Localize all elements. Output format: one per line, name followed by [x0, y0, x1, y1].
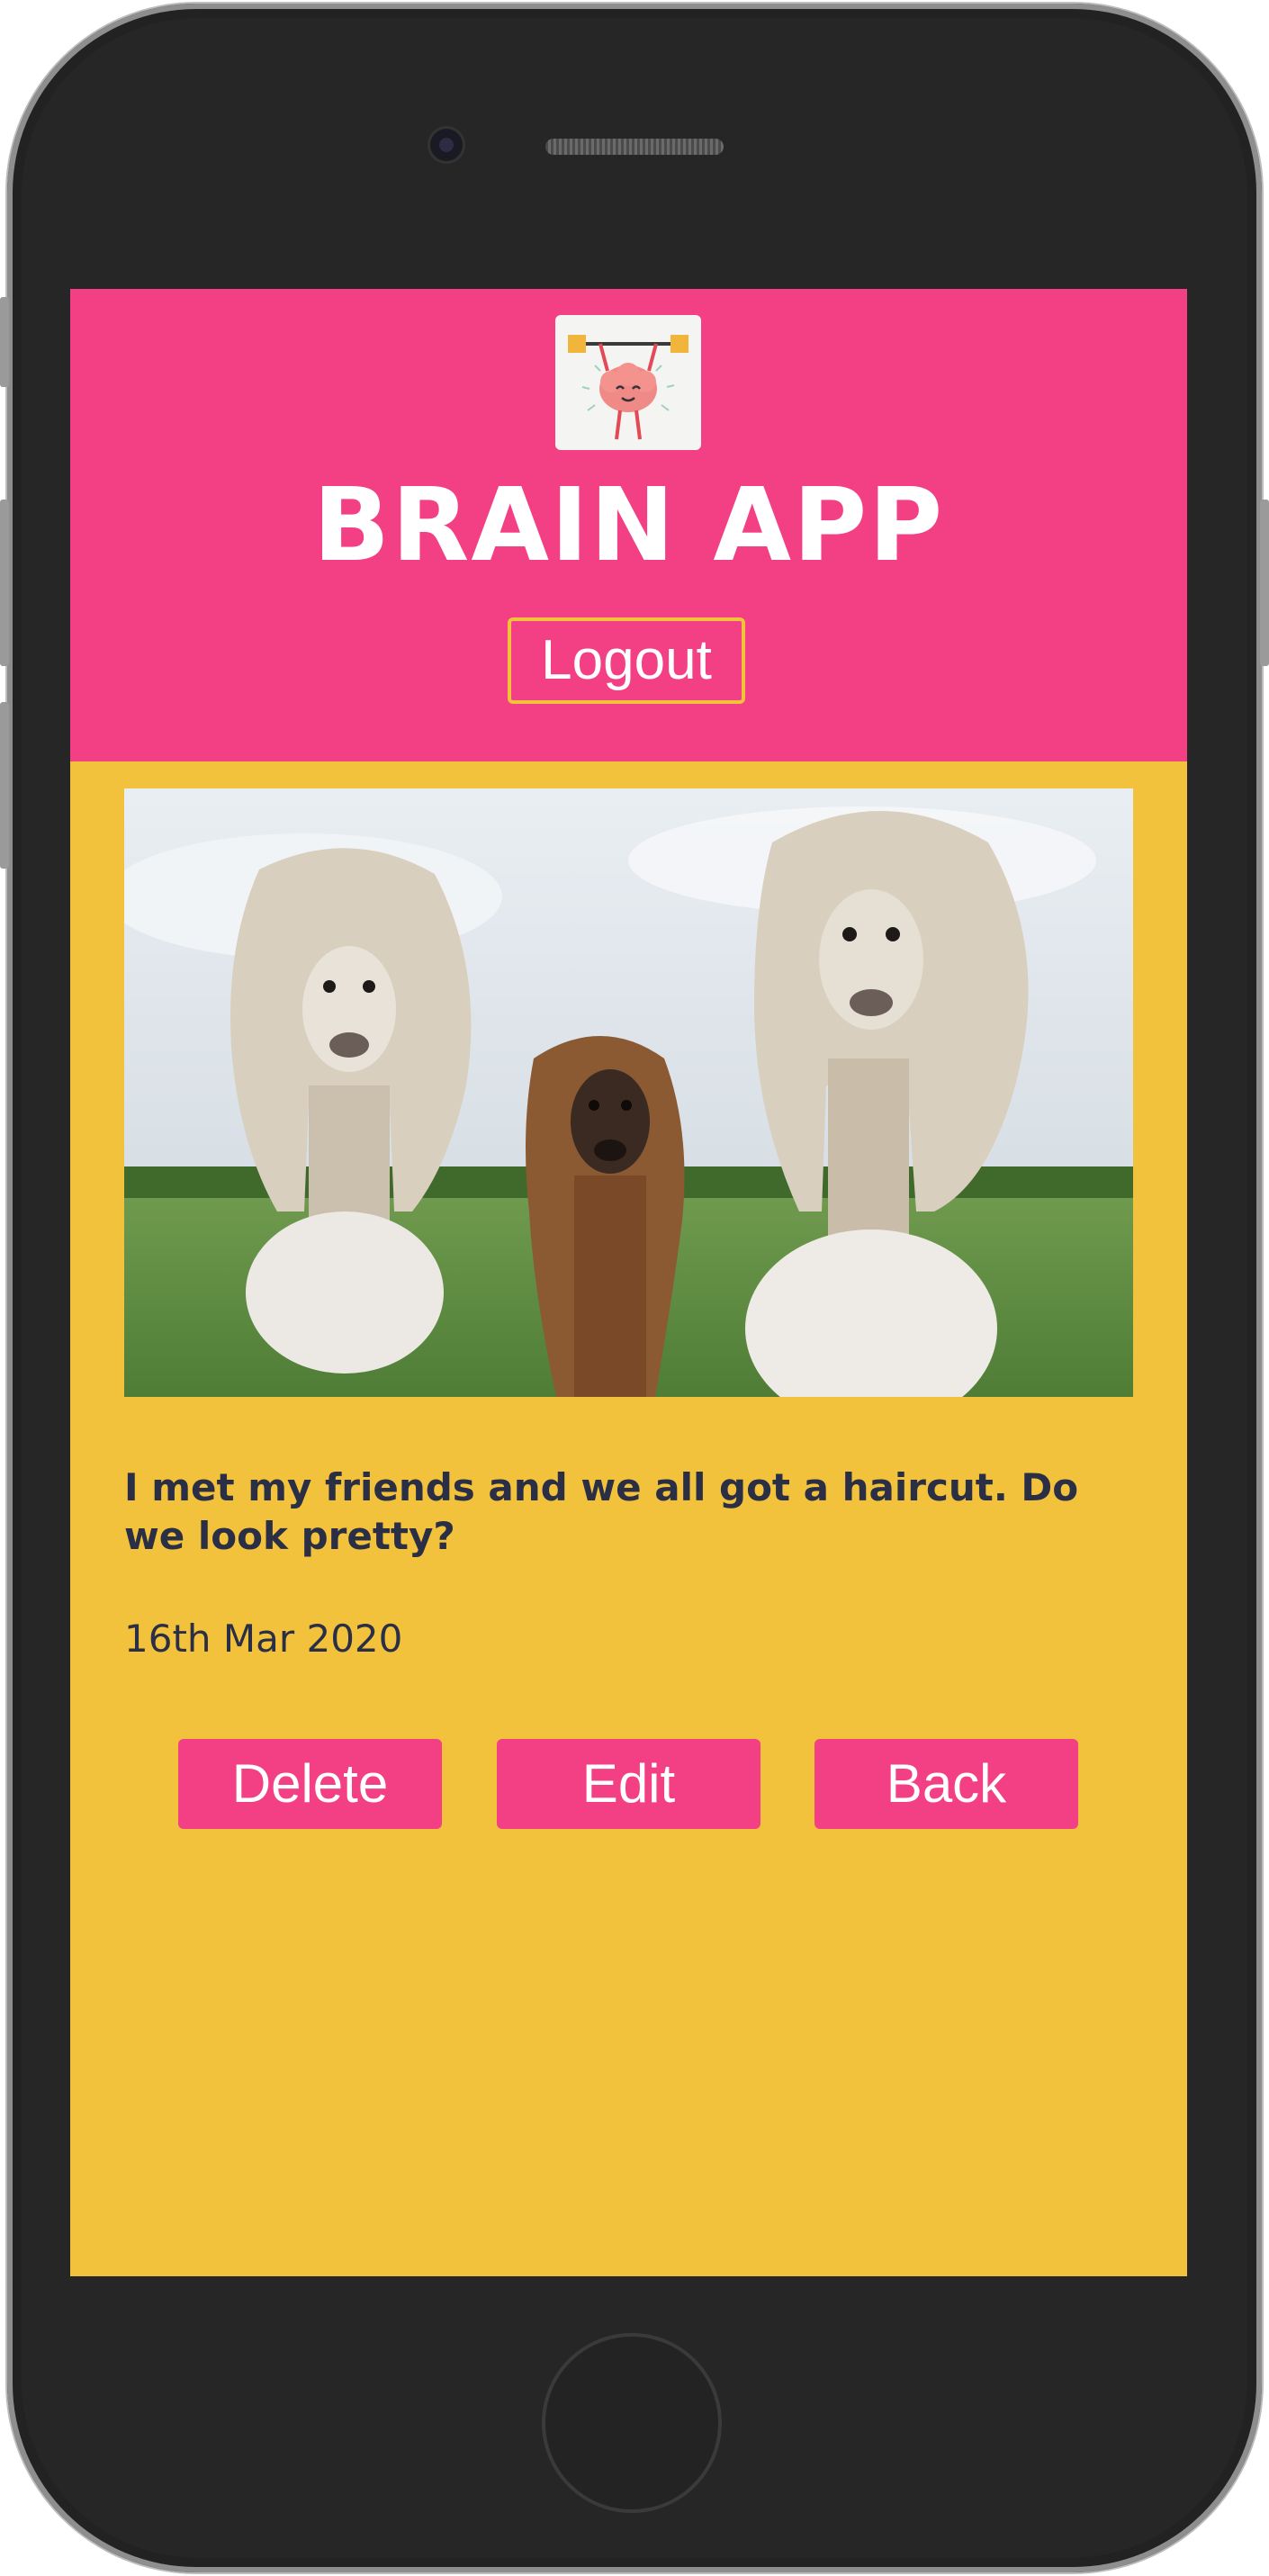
back-button[interactable]: Back — [814, 1739, 1078, 1829]
power-button — [1260, 500, 1269, 666]
front-camera — [430, 129, 463, 161]
volume-down-button — [0, 702, 9, 869]
delete-button[interactable]: Delete — [178, 1739, 442, 1829]
brain-logo-icon — [555, 315, 701, 450]
home-button[interactable] — [545, 2337, 718, 2509]
mute-switch — [0, 297, 9, 387]
app-screen: BRAIN APP Logout I met my friends and we… — [70, 289, 1187, 2276]
app-title: BRAIN APP — [312, 467, 945, 584]
earpiece-speaker — [545, 139, 724, 155]
logout-button[interactable]: Logout — [508, 617, 745, 704]
post-caption: I met my friends and we all got a haircu… — [124, 1465, 1079, 1558]
app-header: BRAIN APP Logout — [70, 289, 1187, 761]
edit-button[interactable]: Edit — [497, 1739, 760, 1829]
post-date: 16th Mar 2020 — [124, 1617, 403, 1661]
post-image — [124, 788, 1133, 1397]
volume-up-button — [0, 500, 9, 666]
